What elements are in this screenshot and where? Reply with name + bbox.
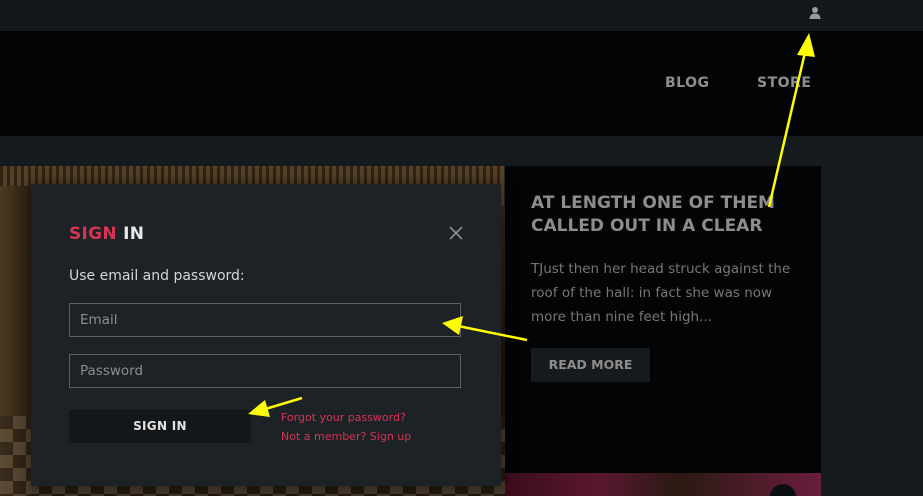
sign-in-button[interactable]: SIGN IN (69, 410, 251, 443)
content-gap (0, 136, 923, 166)
user-icon[interactable] (808, 6, 822, 20)
sign-up-link[interactable]: Not a member? Sign up (281, 430, 411, 443)
read-more-button[interactable]: READ MORE (531, 348, 650, 382)
modal-subtitle: Use email and password: (69, 268, 245, 284)
nav-item-blog[interactable]: BLOG (665, 75, 710, 91)
modal-title: SIGN IN (69, 224, 144, 244)
top-bar (0, 0, 923, 31)
forgot-password-link[interactable]: Forgot your password? (281, 411, 406, 424)
content-right-margin (821, 136, 923, 496)
password-field[interactable] (69, 354, 461, 388)
email-field[interactable] (69, 303, 461, 337)
page: BLOG STORE AT LENGTH ONE OF THEM CALLED … (0, 0, 923, 496)
article-excerpt: TJust then her head struck against the r… (531, 261, 791, 325)
modal-title-rest: IN (123, 224, 145, 244)
modal-title-accent: SIGN (69, 224, 117, 244)
nav-item-store[interactable]: STORE (757, 75, 811, 91)
close-icon[interactable] (448, 225, 464, 241)
sign-in-modal: SIGN IN Use email and password: SIGN IN … (31, 184, 501, 486)
article-title[interactable]: AT LENGTH ONE OF THEM CALLED OUT IN A CL… (531, 192, 811, 238)
